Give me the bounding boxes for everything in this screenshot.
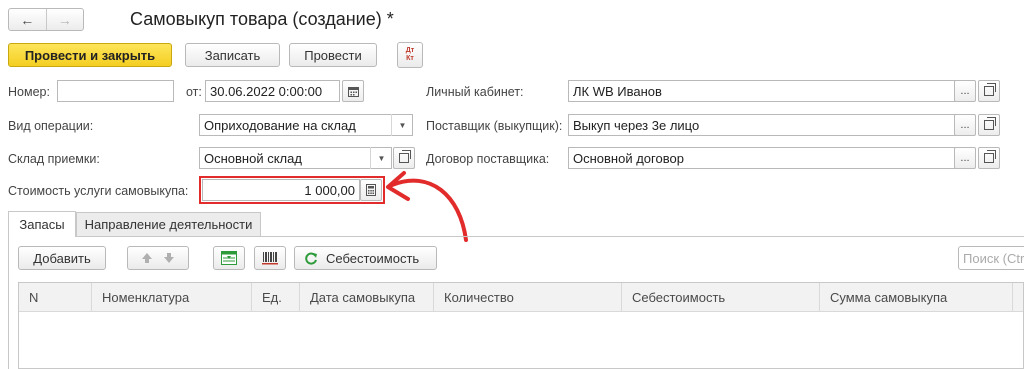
contract-open-button[interactable] [978,147,1000,169]
tab-activity-direction[interactable]: Направление деятельности [76,212,261,236]
move-buttons [127,246,189,270]
nav-group: ← → [8,8,84,31]
open-icon [399,150,411,163]
number-label: Номер: [8,85,50,99]
date-field[interactable]: 30.06.2022 0:00:00 [205,80,340,102]
post-button[interactable]: Провести [289,43,377,67]
dt-label: Дт [405,47,415,54]
table-header: N Номенклатура Ед. Дата самовыкупа Колич… [19,283,1023,312]
contract-select-button[interactable]: ... [954,147,976,169]
contract-label: Договор поставщика: [426,152,550,166]
cabinet-field[interactable]: ЛК WB Иванов [568,80,956,102]
post-and-close-button[interactable]: Провести и закрыть [8,43,172,67]
chevron-down-icon[interactable]: ▼ [391,114,413,136]
ellipsis-icon: ... [960,119,970,131]
date-from-label: от: [186,85,202,99]
red-arrow-annotation [386,171,468,242]
cost-field[interactable]: 1 000,00 [202,179,360,201]
cost-label: Стоимость услуги самовыкупа: [8,184,189,198]
kt-label: Кт [406,55,414,62]
barcode-button[interactable] [254,246,286,270]
supplier-open-button[interactable] [978,114,1000,136]
column-header-quantity[interactable]: Количество [434,283,622,312]
operation-select[interactable]: Оприходование на склад [199,114,413,136]
arrow-down-icon[interactable] [163,252,175,264]
column-header-n[interactable]: N [19,283,92,312]
column-header-buyout-sum[interactable]: Сумма самовыкупа [820,283,1013,312]
number-field[interactable] [57,80,174,102]
column-header-unit[interactable]: Ед. [252,283,300,312]
search-input[interactable]: Поиск (Ctrl+F) [958,246,1024,270]
calculator-icon [366,184,376,196]
save-button[interactable]: Записать [185,43,280,67]
add-button[interactable]: Добавить [18,246,106,270]
calendar-icon [347,86,359,97]
cost-calc-label: Себестоимость [326,250,420,266]
tab-inventory[interactable]: Запасы [8,211,76,237]
barcode-icon [262,252,278,265]
fill-button[interactable] [213,246,245,270]
operation-value: Оприходование на склад [204,117,356,133]
open-icon [984,83,996,96]
cost-calc-button[interactable]: Себестоимость [294,246,437,270]
cabinet-select-button[interactable]: ... [954,80,976,102]
tab-divider [8,236,1024,237]
ellipsis-icon: ... [960,152,970,164]
arrow-up-icon[interactable] [141,252,153,264]
warehouse-select[interactable]: Основной склад [199,147,392,169]
supplier-select-button[interactable]: ... [954,114,976,136]
cabinet-label: Личный кабинет: [426,85,524,99]
dt-kt-button[interactable]: Дт Кт [397,42,423,68]
table-fill-icon [221,251,237,265]
inventory-table: N Номенклатура Ед. Дата самовыкупа Колич… [18,282,1024,369]
column-header-date[interactable]: Дата самовыкупа [300,283,434,312]
open-icon [984,117,996,130]
contract-field[interactable]: Основной договор [568,147,956,169]
column-header-cost[interactable]: Себестоимость [622,283,820,312]
calendar-button[interactable] [342,80,364,102]
supplier-field[interactable]: Выкуп через 3е лицо [568,114,956,136]
operation-label: Вид операции: [8,119,94,133]
calculator-button[interactable] [360,179,382,201]
refresh-icon [305,252,317,264]
ellipsis-icon: ... [960,85,970,97]
supplier-label: Поставщик (выкупщик): [426,119,563,133]
column-header-extra [1013,283,1023,312]
warehouse-value: Основной склад [204,150,302,166]
page-title: Самовыкуп товара (создание) * [130,9,394,29]
back-button[interactable]: ← [9,9,46,30]
forward-button[interactable]: → [47,9,84,30]
warehouse-label: Склад приемки: [8,152,100,166]
cabinet-open-button[interactable] [978,80,1000,102]
open-icon [984,150,996,163]
column-header-nomenclature[interactable]: Номенклатура [92,283,252,312]
